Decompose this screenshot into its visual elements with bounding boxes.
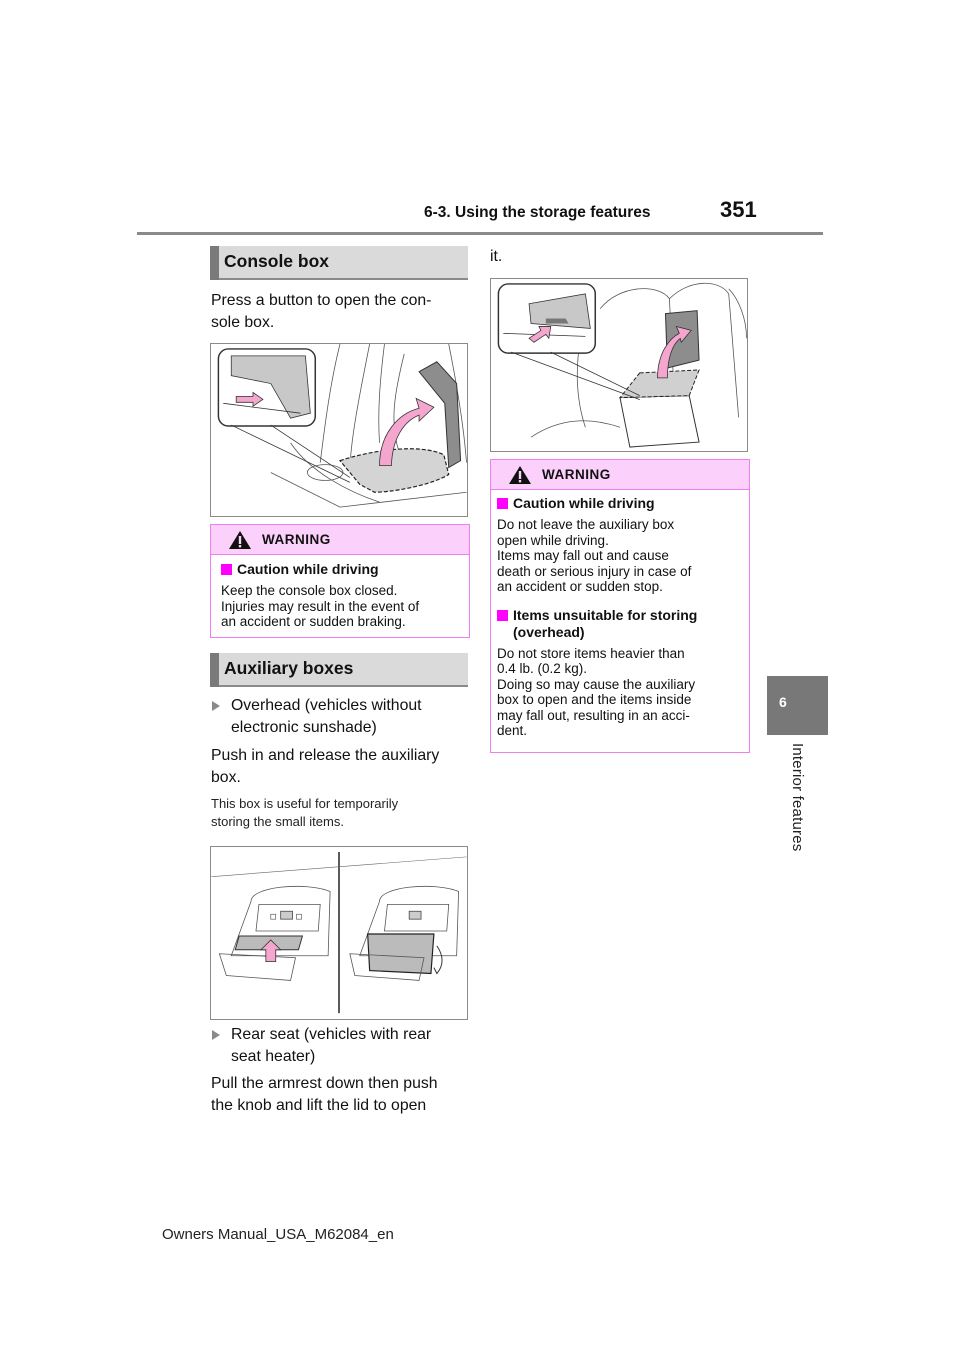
triangle-bullet-icon bbox=[212, 1030, 220, 1040]
manual-id-footer: Owners Manual_USA_M62084_en bbox=[162, 1226, 394, 1243]
heading-accent-bar bbox=[210, 246, 219, 280]
console-box-heading-text: Console box bbox=[224, 251, 330, 271]
heading-accent-bar bbox=[210, 653, 219, 687]
overhead-note: This box is useful for temporarily stori… bbox=[211, 796, 399, 829]
warning-subheading: Items unsuitable for storing (overhead) bbox=[497, 607, 745, 641]
rear-seat-instruction: Pull the armrest down then push the knob… bbox=[211, 1075, 438, 1114]
square-bullet-icon bbox=[497, 609, 508, 621]
warning-body: Do not leave the auxiliary box open whil… bbox=[497, 517, 692, 594]
overhead-box-figure bbox=[210, 846, 468, 1020]
warning-title: WARNING bbox=[262, 532, 331, 547]
warning-triangle-icon bbox=[229, 531, 251, 549]
warning-body: Keep the console box closed. Injuries ma… bbox=[221, 583, 420, 629]
warning-header: WARNING bbox=[211, 525, 469, 555]
rear-armrest-figure bbox=[490, 278, 748, 452]
chapter-number: 6 bbox=[779, 694, 787, 710]
text-line: sole box. bbox=[211, 314, 275, 331]
overhead-instruction: Push in and release the auxiliary box. bbox=[211, 747, 440, 786]
auxiliary-boxes-heading: Auxiliary boxes bbox=[210, 653, 468, 687]
rear-seat-bullet: Rear seat (vehicles with rear seat heate… bbox=[210, 1024, 472, 1068]
warning-subheading: Caution while driving bbox=[221, 561, 467, 578]
square-bullet-icon bbox=[221, 564, 232, 575]
continued-text: it. bbox=[490, 248, 503, 265]
console-box-heading: Console box bbox=[210, 246, 468, 280]
rear-armrest-box-illustration-icon bbox=[497, 282, 747, 448]
square-bullet-icon bbox=[497, 498, 508, 509]
console-box-illustration-icon bbox=[217, 344, 467, 508]
triangle-bullet-icon bbox=[212, 701, 220, 711]
text-line: Press a button to open the con- bbox=[211, 292, 432, 309]
console-box-warning: WARNING Caution while driving Keep the c… bbox=[210, 524, 470, 638]
chapter-tab[interactable]: 6 bbox=[767, 676, 828, 735]
overhead-auxiliary-box-illustration-icon bbox=[211, 851, 467, 1014]
auxiliary-boxes-heading-text: Auxiliary boxes bbox=[224, 658, 354, 678]
header-divider bbox=[137, 232, 823, 235]
console-box-instruction: Press a button to open the con- sole box… bbox=[211, 290, 473, 334]
section-title: 6-3. Using the storage features bbox=[424, 204, 651, 221]
warning-body: Do not store items heavier than 0.4 lb. … bbox=[497, 645, 696, 739]
warning-triangle-icon bbox=[509, 466, 531, 484]
chapter-title: Interior features bbox=[789, 743, 806, 852]
warning-header: WARNING bbox=[491, 460, 749, 490]
warning-title: WARNING bbox=[542, 467, 611, 482]
auxiliary-box-warning: WARNING Caution while driving Do not lea… bbox=[490, 459, 750, 753]
page-number: 351 bbox=[720, 197, 757, 222]
console-box-figure bbox=[210, 343, 468, 517]
warning-subheading: Caution while driving bbox=[497, 495, 745, 512]
overhead-bullet: Overhead (vehicles without electronic su… bbox=[210, 695, 472, 739]
